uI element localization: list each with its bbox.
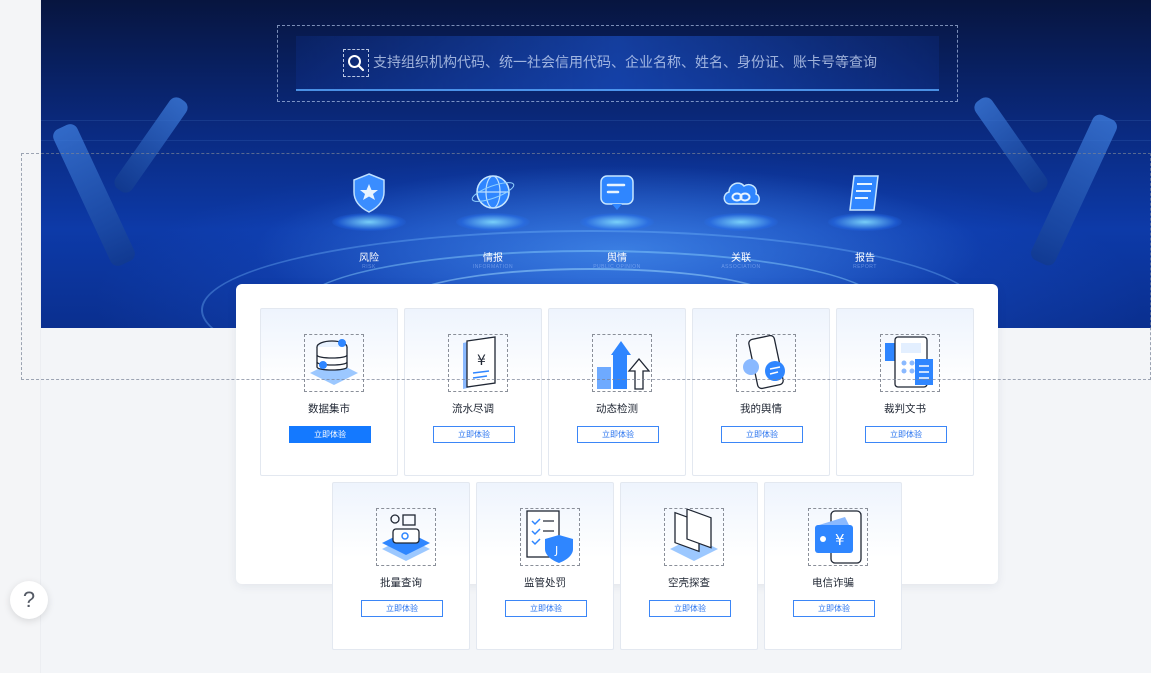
tool-title: 流水尽调	[452, 403, 494, 415]
try-now-button[interactable]: 立即体验	[433, 426, 515, 443]
robot-arm-left-2	[111, 94, 191, 196]
checklist-shield-icon: J	[520, 508, 580, 566]
hero-nav-sub: ASSOCIATION	[721, 264, 761, 270]
hero-nav-association[interactable]: 关联 ASSOCIATION	[696, 165, 786, 275]
robot-arm-right-2	[971, 94, 1051, 196]
tool-title: 批量查询	[380, 577, 422, 589]
tool-card-judgment[interactable]: 裁判文书 立即体验	[836, 308, 974, 476]
cloud-link-icon	[718, 170, 764, 216]
hero-nav-label: 风险	[359, 253, 379, 264]
tool-card-flow-diligence[interactable]: ¥ 流水尽调 立即体验	[404, 308, 542, 476]
tool-card-batch-query[interactable]: 批量查询 立即体验	[332, 482, 470, 650]
layered-cards-icon	[664, 508, 724, 566]
calculator-doc-icon	[880, 334, 940, 392]
try-now-button[interactable]: 立即体验	[649, 600, 731, 617]
search-input[interactable]: 支持组织机构代码、统一社会信用代码、企业名称、姓名、身份证、账卡号等查询	[373, 52, 877, 72]
tool-title: 监管处罚	[524, 577, 566, 589]
try-now-button[interactable]: 立即体验	[721, 426, 803, 443]
hero-nav-sub: RISK	[362, 264, 376, 270]
try-now-button[interactable]: 立即体验	[289, 426, 371, 443]
hero-nav-report[interactable]: 报告 REPORT	[820, 165, 910, 275]
tool-card-data-mart[interactable]: 数据集市 立即体验	[260, 308, 398, 476]
svg-text:¥: ¥	[835, 531, 845, 549]
search-stack-icon	[376, 508, 436, 566]
wallet-yuan-icon: ¥	[808, 508, 868, 566]
hero-nav-label: 关联	[731, 253, 751, 264]
yuan-document-icon: ¥	[448, 334, 508, 392]
hero-nav-risk[interactable]: 风险 RISK	[324, 165, 414, 275]
tool-title: 电信诈骗	[812, 577, 854, 589]
svg-text:J: J	[554, 544, 558, 557]
hero-nav-sub: INFORMATION	[472, 264, 514, 270]
tool-title: 空壳探查	[668, 577, 710, 589]
tool-card-my-opinion[interactable]: 我的舆情 立即体验	[692, 308, 830, 476]
phone-chat-icon	[736, 334, 796, 392]
hero-nav-intel[interactable]: 情报 INFORMATION	[448, 165, 538, 275]
scroll-icon	[842, 170, 888, 216]
try-now-button[interactable]: 立即体验	[793, 600, 875, 617]
try-now-button[interactable]: 立即体验	[505, 600, 587, 617]
bar-arrow-icon	[592, 334, 652, 392]
hero-line-2	[41, 140, 1151, 141]
hero-nav-sub: REPORT	[853, 264, 877, 270]
tool-title: 动态检测	[596, 403, 638, 415]
help-button[interactable]: ?	[10, 581, 48, 619]
database-icon	[304, 334, 364, 392]
tool-title: 数据集市	[308, 403, 350, 415]
svg-text:¥: ¥	[477, 353, 486, 369]
hero-nav-opinion[interactable]: 舆情 PUBLIC OPINION	[572, 165, 662, 275]
tool-card-shell-probe[interactable]: 空壳探查 立即体验	[620, 482, 758, 650]
robot-arm-left	[50, 121, 138, 269]
try-now-button[interactable]: 立即体验	[361, 600, 443, 617]
left-rail	[0, 0, 41, 673]
hero-nav-label: 情报	[483, 253, 503, 264]
tool-card-dynamic-monitor[interactable]: 动态检测 立即体验	[548, 308, 686, 476]
shield-star-icon	[346, 170, 392, 216]
tool-title: 我的舆情	[740, 403, 782, 415]
try-now-button[interactable]: 立即体验	[865, 426, 947, 443]
hero-nav-sub: PUBLIC OPINION	[593, 264, 641, 270]
tool-title: 裁判文书	[884, 403, 926, 415]
tool-card-telecom-fraud[interactable]: ¥ 电信诈骗 立即体验	[764, 482, 902, 650]
chat-bubble-icon	[594, 170, 640, 216]
hero-nav-label: 舆情	[607, 253, 627, 264]
hero-nav-label: 报告	[855, 253, 875, 264]
tool-card-regulatory-penalty[interactable]: J 监管处罚 立即体验	[476, 482, 614, 650]
search-icon[interactable]	[343, 49, 369, 77]
try-now-button[interactable]: 立即体验	[577, 426, 659, 443]
globe-icon	[470, 170, 516, 216]
